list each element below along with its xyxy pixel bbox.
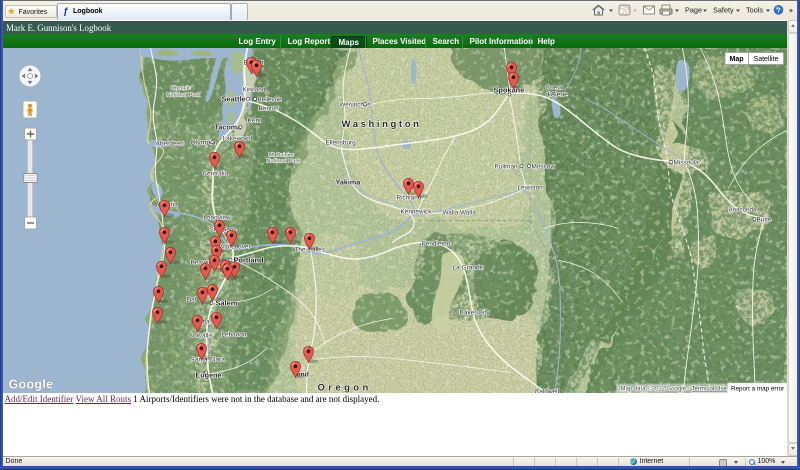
svg-text:»: » bbox=[789, 8, 793, 15]
svg-text:Baker City: Baker City bbox=[459, 309, 490, 316]
svg-text:Washington: Washington bbox=[341, 119, 421, 130]
svg-text:Bellevue: Bellevue bbox=[257, 96, 282, 103]
svg-text:Seattle: Seattle bbox=[221, 94, 245, 103]
svg-text:National Park: National Park bbox=[266, 157, 300, 164]
svg-text:Yakima: Yakima bbox=[335, 177, 361, 186]
svg-text:Eugene: Eugene bbox=[195, 370, 221, 379]
svg-text:Ellensburg: Ellensburg bbox=[325, 139, 356, 146]
svg-text:Centralia: Centralia bbox=[202, 170, 228, 177]
svg-text:Kirkland: Kirkland bbox=[242, 86, 265, 93]
svg-text:Anaconda: Anaconda bbox=[728, 206, 756, 213]
svg-text:Oregon: Oregon bbox=[317, 382, 371, 393]
svg-text:Butte: Butte bbox=[756, 216, 771, 223]
svg-text:Dal: Dal bbox=[186, 296, 196, 303]
svg-text:Pendleton: Pendleton bbox=[421, 240, 450, 247]
svg-text:Tacoma: Tacoma bbox=[214, 122, 242, 131]
svg-text:ba: ba bbox=[202, 318, 210, 325]
svg-text:Lewiston: Lewiston bbox=[517, 184, 543, 191]
svg-text:Olympic: Olympic bbox=[170, 84, 190, 91]
svg-text:Kent: Kent bbox=[247, 117, 261, 124]
svg-text:Report a map error: Report a map error bbox=[731, 385, 784, 392]
svg-text:Mt Rainier: Mt Rainier bbox=[268, 151, 294, 158]
svg-text:Longview: Longview bbox=[203, 214, 230, 221]
svg-text:Missoula: Missoula bbox=[673, 159, 699, 166]
svg-text:Aberdeen: Aberdeen bbox=[155, 140, 184, 147]
svg-text:Renton: Renton bbox=[258, 105, 279, 112]
svg-text:Lebanon: Lebanon bbox=[221, 331, 246, 338]
svg-text:Terms of Use: Terms of Use bbox=[691, 386, 727, 392]
svg-text:La Grande: La Grande bbox=[452, 264, 483, 271]
svg-text:Walla Walla: Walla Walla bbox=[442, 209, 476, 216]
svg-text:Map data ©2012 Google -: Map data ©2012 Google - bbox=[620, 385, 689, 392]
svg-text:National Park: National Park bbox=[166, 91, 200, 98]
svg-text:d'Alene: d'Alene bbox=[545, 91, 568, 98]
svg-text:Page: Page bbox=[685, 6, 702, 15]
svg-text:Satellite: Satellite bbox=[753, 56, 778, 63]
svg-text:Kennewick: Kennewick bbox=[400, 208, 432, 215]
svg-text:Safety: Safety bbox=[713, 6, 734, 15]
svg-text:Pullman: Pullman bbox=[494, 163, 518, 170]
svg-text:?: ? bbox=[776, 6, 781, 15]
svg-text:Google: Google bbox=[8, 377, 53, 391]
svg-text:Corvallis: Corvallis bbox=[188, 332, 213, 339]
svg-text:Tools: Tools bbox=[746, 6, 763, 15]
svg-text:Moscow: Moscow bbox=[531, 163, 555, 170]
svg-text:Map: Map bbox=[729, 56, 743, 63]
svg-text:Coeur: Coeur bbox=[545, 84, 563, 91]
